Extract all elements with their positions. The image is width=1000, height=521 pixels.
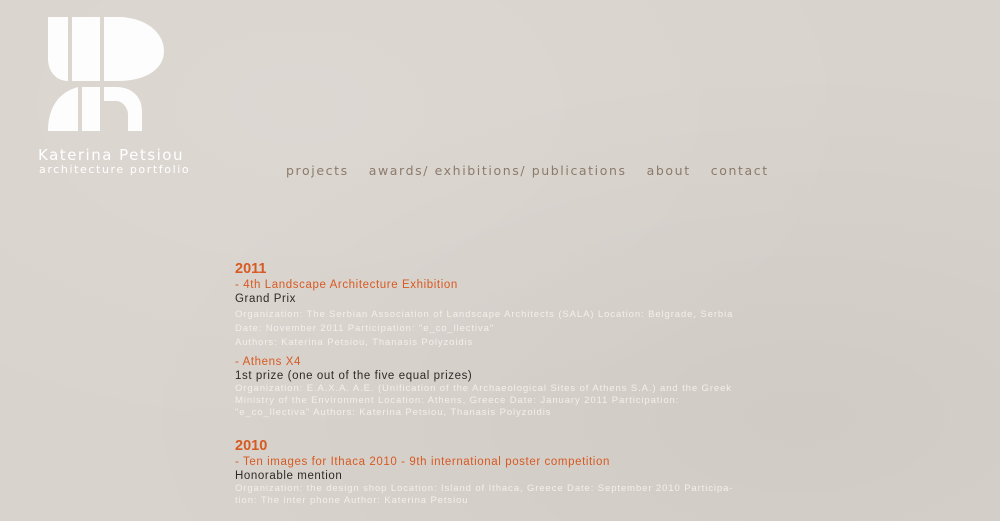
year-heading: 2011	[235, 261, 267, 277]
award-entry: - 4th Landscape Architecture Exhibition …	[235, 278, 775, 349]
entry-detail: "e_co_llectiva" Authors: Katerina Petsio…	[235, 407, 552, 418]
awards-content: 2011 - 4th Landscape Architecture Exhibi…	[235, 260, 775, 507]
nav-contact[interactable]: contact	[711, 163, 769, 178]
entry-award: Grand Prix	[235, 293, 296, 305]
entry-title: - 4th Landscape Architecture Exhibition	[235, 279, 458, 291]
entry-detail: Organization: the design shop Location: …	[235, 483, 734, 494]
entry-detail: Ministry of the Environment Location: At…	[235, 395, 680, 406]
brand-name: Katerina Petsiou	[38, 146, 184, 164]
year-heading: 2010	[235, 438, 268, 454]
entry-detail: Organization: E.A.X.A. A.E. (Unification…	[235, 383, 732, 394]
entry-title: - Athens X4	[235, 356, 302, 368]
kp-monogram-icon	[48, 17, 164, 131]
entry-detail: Authors: Katerina Petsiou, Thanasis Poly…	[235, 337, 474, 348]
entry-detail: Organization: The Serbian Association of…	[235, 309, 734, 320]
main-nav: projects awards/ exhibitions/ publicatio…	[286, 163, 769, 178]
nav-about[interactable]: about	[647, 163, 691, 178]
award-entry: - Athens X4 1st prize (one out of the fi…	[235, 355, 775, 419]
entry-award: 1st prize (one out of the five equal pri…	[235, 370, 473, 382]
logo[interactable]	[38, 15, 188, 133]
nav-awards-exhibitions-publications[interactable]: awards/ exhibitions/ publications	[369, 163, 627, 178]
brand-subtitle: architecture portfolio	[39, 163, 191, 176]
entry-award: Honorable mention	[235, 470, 343, 482]
nav-projects[interactable]: projects	[286, 163, 349, 178]
entry-detail: tion: The inter phone Author: Katerina P…	[235, 495, 469, 506]
entry-detail: Date: November 2011 Participation: "e_co…	[235, 323, 495, 334]
award-entry: - Ten images for Ithaca 2010 - 9th inter…	[235, 455, 775, 507]
entry-title: - Ten images for Ithaca 2010 - 9th inter…	[235, 456, 610, 468]
